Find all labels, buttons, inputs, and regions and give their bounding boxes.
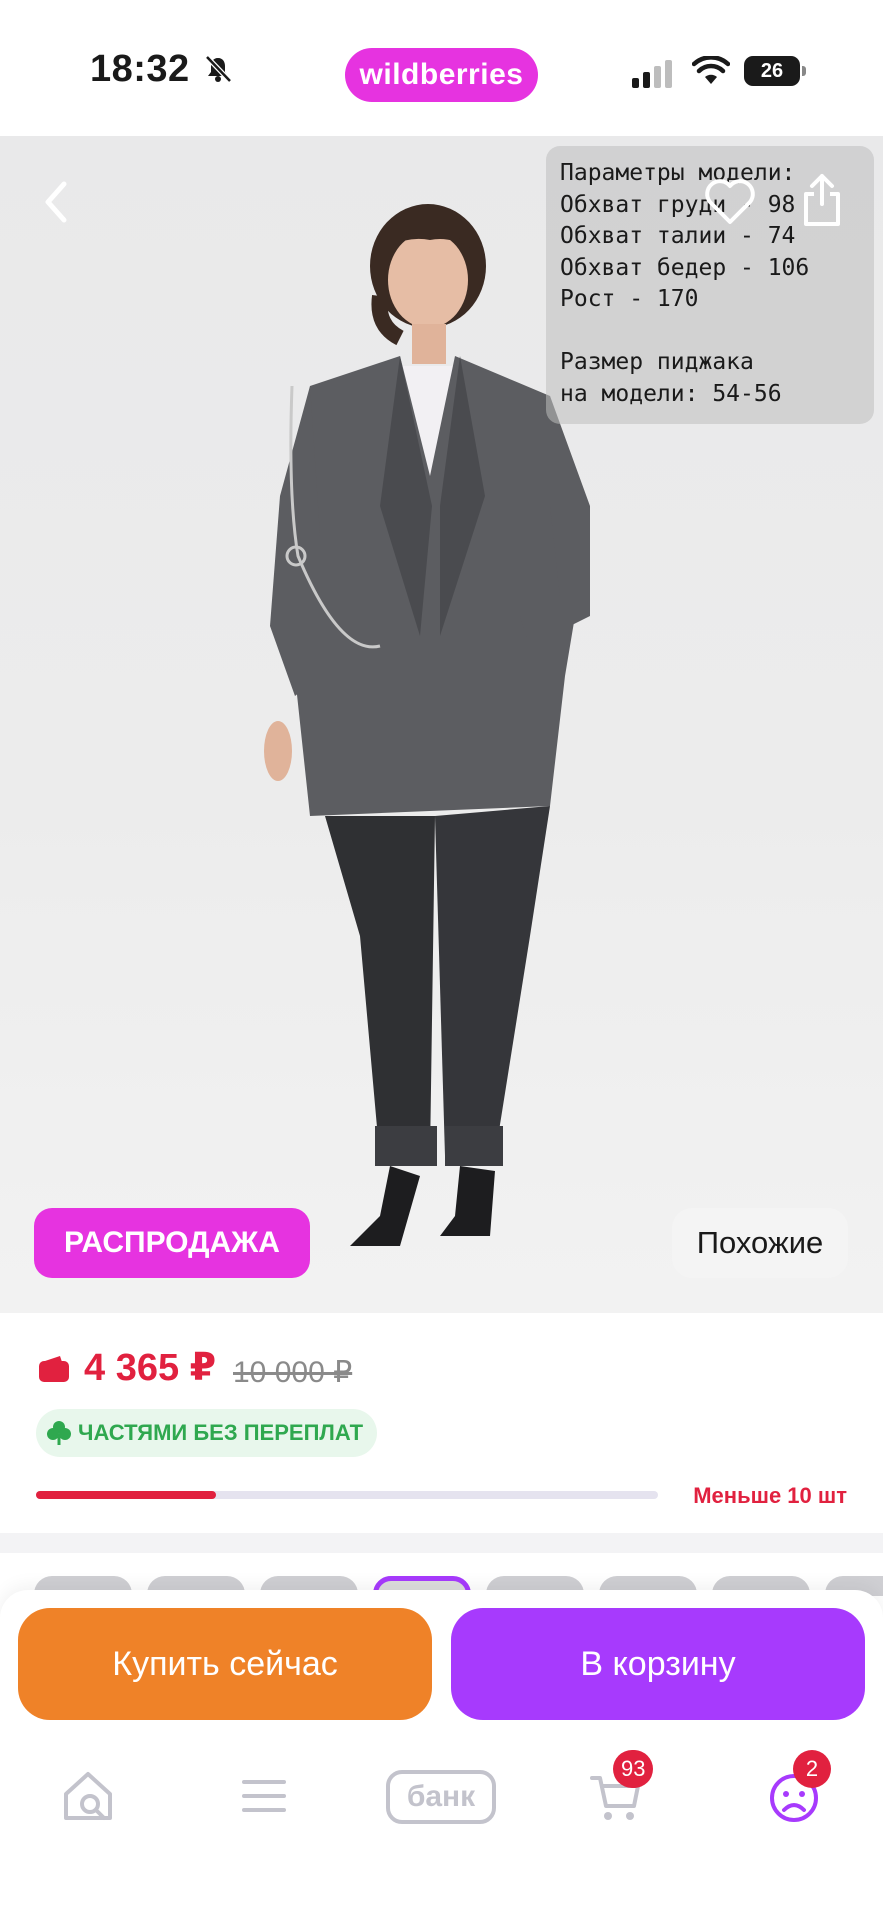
similar-button[interactable]: Похожие	[672, 1208, 848, 1278]
add-to-cart-button[interactable]: В корзину	[451, 1608, 865, 1720]
battery-cap	[802, 66, 806, 76]
buy-now-button[interactable]: Купить сейчас	[18, 1608, 432, 1720]
signal-icon	[632, 60, 672, 88]
stock-label: Меньше 10 шт	[693, 1483, 847, 1508]
home-search-icon[interactable]	[58, 1766, 118, 1826]
back-icon[interactable]	[36, 174, 76, 230]
price-current: 4 365 ₽	[84, 1347, 217, 1389]
profile-badge: 2	[793, 1750, 831, 1788]
clover-icon	[47, 1421, 71, 1445]
wallet-icon	[39, 1356, 69, 1382]
menu-icon[interactable]	[234, 1766, 294, 1826]
wifi-icon	[692, 56, 730, 84]
product-image[interactable]: Параметры модели: Обхват груди - 98 Обхв…	[0, 136, 883, 1313]
status-bar: 18:32 wildberries 26	[0, 0, 883, 136]
price-old: 10 000 ₽	[233, 1356, 353, 1389]
stock-progress	[36, 1491, 658, 1499]
stock-progress-fill	[36, 1491, 217, 1499]
tab-bar: банк 93 2	[0, 1730, 883, 1920]
sale-badge[interactable]: РАСПРОДАЖА	[34, 1208, 310, 1278]
share-icon[interactable]	[800, 172, 844, 228]
cart-badge: 93	[613, 1750, 654, 1788]
heart-icon[interactable]	[703, 176, 757, 226]
battery-icon: 26	[744, 56, 806, 86]
installment-badge[interactable]: ЧАСТЯМИ БЕЗ ПЕРЕПЛАТ	[36, 1409, 378, 1457]
action-bar: Купить сейчас В корзину	[0, 1590, 883, 1730]
bank-icon[interactable]: банк	[386, 1770, 496, 1824]
battery-level: 26	[744, 56, 800, 86]
price-card: 4 365 ₽ 10 000 ₽ ЧАСТЯМИ БЕЗ ПЕРЕПЛАТ Ме…	[0, 1313, 883, 1533]
brand-logo: wildberries	[345, 48, 538, 102]
section-divider	[0, 1533, 883, 1553]
installment-label: ЧАСТЯМИ БЕЗ ПЕРЕПЛАТ	[78, 1420, 364, 1445]
status-time: 18:32	[90, 48, 190, 90]
bell-muted-icon	[205, 55, 232, 83]
